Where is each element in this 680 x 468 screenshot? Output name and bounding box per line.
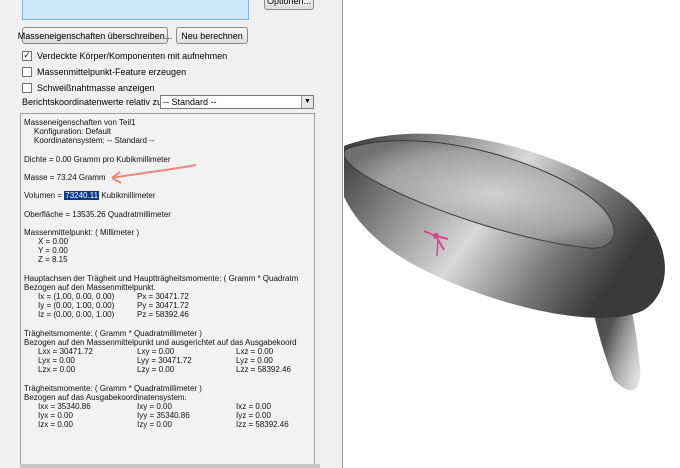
mass-line: Masse = 73.24 Gramm bbox=[24, 173, 106, 182]
include-hidden-bodies-option[interactable]: ✓ Verdeckte Körper/Komponenten mit aufne… bbox=[22, 51, 227, 61]
coordinate-system-select[interactable]: -- Standard -- ▼ bbox=[160, 95, 314, 109]
recalculate-button[interactable]: Neu berechnen bbox=[176, 27, 248, 44]
moi-com-cell: Lyx = 0.00 bbox=[38, 356, 75, 365]
create-com-feature-label: Massenmittelpunkt-Feature erzeugen bbox=[37, 67, 187, 77]
volume-unit: Kubikmillimeter bbox=[99, 191, 156, 200]
graphics-viewport[interactable] bbox=[344, 0, 680, 468]
moi-output-cell: Ixy = 0.00 bbox=[137, 402, 172, 411]
moi-com-cell: Lxx = 30471.72 bbox=[38, 347, 93, 356]
principal-moment-py: Py = 30471.72 bbox=[137, 301, 189, 310]
principal-axes-subheader: Bezogen auf den Massenmittelpunkt. bbox=[24, 283, 156, 292]
dropdown-arrow-icon[interactable]: ▼ bbox=[301, 96, 313, 108]
checkbox-unchecked[interactable] bbox=[22, 83, 32, 93]
center-of-mass-header: Massenmittelpunkt: ( Millimeter ) bbox=[24, 228, 140, 237]
moi-output-cell: Iyx = 0.00 bbox=[38, 411, 73, 420]
moi-output-cell: Ixz = 0.00 bbox=[236, 402, 271, 411]
include-hidden-bodies-label: Verdeckte Körper/Komponenten mit aufnehm… bbox=[37, 51, 228, 61]
principal-axes-header: Hauptachsen der Trägheit und Hauptträghe… bbox=[24, 274, 299, 283]
moi-com-cell: Lyz = 0.00 bbox=[236, 356, 273, 365]
show-weld-mass-option[interactable]: Schweißnahtmasse anzeigen bbox=[22, 83, 155, 93]
volume-label: Volumen = bbox=[24, 191, 65, 200]
checkbox-unchecked[interactable] bbox=[22, 67, 32, 77]
report-coordinates-label: Berichtskoordinatenwerte relativ zu: bbox=[22, 97, 165, 107]
moi-com-cell: Lxz = 0.00 bbox=[236, 347, 274, 356]
moi-com-cell: Lzy = 0.00 bbox=[137, 365, 175, 374]
volume-line: Volumen = 73240.11 Kubikmillimeter bbox=[24, 191, 156, 200]
principal-axis-ix: Ix = (1.00, 0.00, 0.00) bbox=[38, 292, 115, 301]
moi-com-cell: Lxy = 0.00 bbox=[137, 347, 175, 356]
coordinate-system-line: Koordinatensystem: -- Standard -- bbox=[34, 136, 155, 145]
principal-moment-pz: Pz = 58392.46 bbox=[137, 310, 189, 319]
mass-properties-dialog: Optionen... Masseneigenschaften überschr… bbox=[0, 0, 343, 468]
moi-com-subheader: Bezogen auf den Massenmittelpunkt und au… bbox=[24, 338, 297, 347]
moi-com-cell: Lzx = 0.00 bbox=[38, 365, 76, 374]
principal-moment-px: Px = 30471.72 bbox=[137, 292, 189, 301]
moi-output-cell: Izy = 0.00 bbox=[137, 420, 172, 429]
principal-axis-iz: Iz = (0.00, 0.00, 1.00) bbox=[38, 310, 115, 319]
selection-list-box[interactable] bbox=[22, 0, 249, 20]
bottom-button-strip bbox=[20, 464, 320, 468]
moi-com-header: Trägheitsmomente: ( Gramm * Quadratmilli… bbox=[24, 329, 202, 338]
com-y: Y = 0.00 bbox=[38, 246, 68, 255]
surface-area-line: Oberfläche = 13535.26 Quadratmillimeter bbox=[24, 210, 171, 219]
moi-output-cell: Izx = 0.00 bbox=[38, 420, 73, 429]
override-mass-properties-button[interactable]: Masseneigenschaften überschreiben... bbox=[18, 27, 172, 44]
create-com-feature-option[interactable]: Massenmittelpunkt-Feature erzeugen bbox=[22, 67, 186, 77]
part-model[interactable] bbox=[344, 0, 680, 468]
results-text-area[interactable]: Masseneigenschaften von Teil1 Konfigurat… bbox=[20, 113, 315, 465]
checkbox-checked-icon[interactable]: ✓ bbox=[22, 51, 32, 61]
configuration-line: Konfiguration: Default bbox=[34, 127, 111, 136]
density-line: Dichte = 0.00 Gramm pro Kubikmillimeter bbox=[24, 155, 171, 164]
moi-com-cell: Lzz = 58392.46 bbox=[236, 365, 291, 374]
results-header: Masseneigenschaften von Teil1 bbox=[24, 118, 136, 127]
moi-output-header: Trägheitsmomente: ( Gramm * Quadratmilli… bbox=[24, 384, 202, 393]
com-x: X = 0.00 bbox=[38, 237, 69, 246]
moi-output-cell: Iyz = 0.00 bbox=[236, 411, 271, 420]
coordinate-system-value: -- Standard -- bbox=[163, 97, 217, 107]
moi-output-subheader: Bezogen auf das Ausgabekoordinatensystem… bbox=[24, 393, 187, 402]
moi-output-cell: Iyy = 35340.86 bbox=[137, 411, 190, 420]
moi-output-cell: Ixx = 35340.86 bbox=[38, 402, 91, 411]
volume-value-selected[interactable]: 73240.11 bbox=[64, 191, 100, 200]
moi-com-cell: Lyy = 30471.72 bbox=[137, 356, 192, 365]
show-weld-mass-label: Schweißnahtmasse anzeigen bbox=[37, 83, 155, 93]
com-z: Z = 8.15 bbox=[38, 255, 68, 264]
moi-output-cell: Izz = 58392.46 bbox=[236, 420, 289, 429]
principal-axis-iy: Iy = (0.00, 1.00, 0.00) bbox=[38, 301, 115, 310]
options-button[interactable]: Optionen... bbox=[264, 0, 314, 10]
